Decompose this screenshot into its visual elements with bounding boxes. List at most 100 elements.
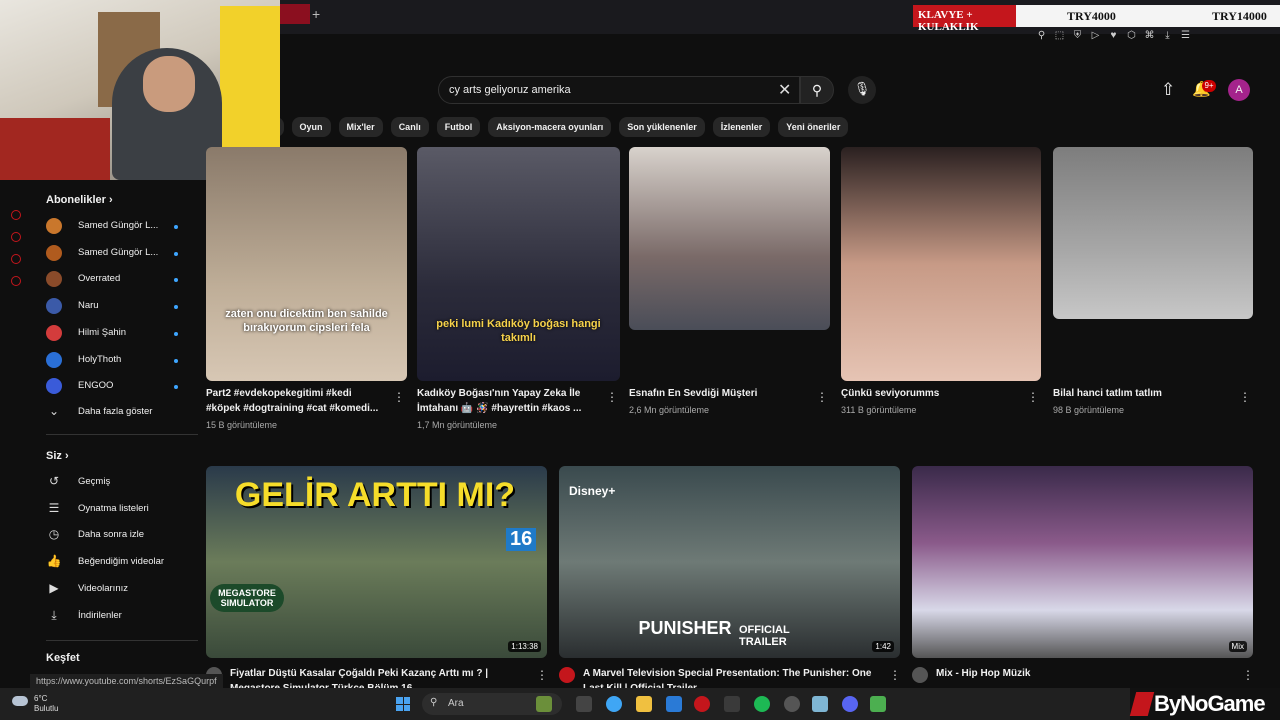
short-thumbnail[interactable]: zaten onu dicektim ben sahilde bırakıyor… <box>206 147 407 381</box>
video-title[interactable]: Fiyatlar Düştü Kasalar Çoğaldı Peki Kaza… <box>230 666 530 688</box>
filter-chip[interactable]: Canlı <box>390 117 429 137</box>
stream-ticker: KLAVYE + KULAKLIK TRY4000 TRY14000 <box>913 5 1280 33</box>
short-thumbnail[interactable] <box>1053 147 1253 319</box>
bookmark-icon[interactable]: ⌘ <box>1144 30 1155 46</box>
rail-icon[interactable] <box>11 254 21 264</box>
upload-icon[interactable]: ⇧ <box>1161 80 1175 100</box>
subscription-item[interactable]: Samed Güngör L... <box>46 216 196 238</box>
subscription-item[interactable]: Hilmi Şahin <box>46 323 196 345</box>
filter-chip[interactable]: Mix'ler <box>338 117 383 137</box>
sidebar-item-download[interactable]: ⤓ İndirilenler <box>46 606 196 628</box>
extension-icon[interactable]: ⬡ <box>1126 30 1137 46</box>
subscription-item[interactable]: Overrated <box>46 269 196 291</box>
discord-icon[interactable] <box>842 696 858 712</box>
short-title[interactable]: Çünkü seviyorumms <box>841 386 1019 401</box>
channel-avatar[interactable] <box>559 667 575 683</box>
view-count: 311 B görüntüleme <box>841 405 917 415</box>
video-title[interactable]: A Marvel Television Special Presentation… <box>583 666 883 688</box>
short-title[interactable]: Kadıköy Boğası'nın Yapay Zeka İle İmtaha… <box>417 386 598 416</box>
short-title[interactable]: Esnafın En Sevdiği Müşteri <box>629 386 808 401</box>
search-icon: ⚲ <box>811 82 823 98</box>
voice-search-button[interactable]: 🎙 <box>848 76 876 104</box>
minecraft-icon[interactable] <box>870 696 886 712</box>
sidebar-item-label: Videolarınız <box>78 582 128 594</box>
copilot-icon[interactable] <box>606 696 622 712</box>
show-more-button[interactable]: ⌄ Daha fazla göster <box>46 402 196 424</box>
widget-icon[interactable] <box>536 696 552 712</box>
short-thumbnail[interactable] <box>629 147 830 330</box>
channel-avatar[interactable] <box>912 667 928 683</box>
search-icon: ⚲ <box>430 697 438 708</box>
thumbnail-badge: MEGASTORE SIMULATOR <box>210 584 284 612</box>
short-title[interactable]: Bilal hanci tatlım tatlım <box>1053 386 1231 401</box>
file-explorer-icon[interactable] <box>636 696 652 712</box>
filter-chip[interactable]: Oyun <box>291 117 331 137</box>
video-title[interactable]: Mix - Hip Hop Müzik <box>936 666 1236 688</box>
more-options-icon[interactable]: ⋮ <box>889 668 901 682</box>
obs-icon[interactable] <box>784 696 800 712</box>
filter-chip[interactable]: Son yüklenenler <box>619 117 705 137</box>
shield-icon[interactable]: ⛨ <box>1072 30 1083 46</box>
more-options-icon[interactable]: ⋮ <box>393 390 405 404</box>
opera-icon[interactable] <box>694 696 710 712</box>
menu-icon[interactable]: ☰ <box>1180 30 1191 46</box>
more-options-icon[interactable]: ⋮ <box>816 390 828 404</box>
sidebar-item-like[interactable]: 👍 Beğendiğim videolar <box>46 552 196 574</box>
ticker-value-1: TRY4000 <box>1067 9 1116 23</box>
filter-chip[interactable]: Yeni öneriler <box>778 117 849 137</box>
video-thumbnail[interactable]: Mix <box>912 466 1253 658</box>
sidebar-item-video[interactable]: ▶ Videolarınız <box>46 579 196 601</box>
subscriptions-heading[interactable]: Abonelikler › <box>46 194 113 206</box>
browser-tab[interactable] <box>280 4 310 24</box>
pin-icon[interactable]: ⚲ <box>1036 30 1047 46</box>
filter-chip[interactable]: İzlenenler <box>712 117 771 137</box>
subscription-item[interactable]: Samed Güngör L... <box>46 243 196 265</box>
short-thumbnail[interactable] <box>841 147 1041 381</box>
rail-icon[interactable] <box>11 232 21 242</box>
account-avatar[interactable]: A <box>1228 79 1250 101</box>
more-options-icon[interactable]: ⋮ <box>536 668 548 682</box>
channel-name: Samed Güngör L... <box>78 246 159 258</box>
subscription-item[interactable]: Naru <box>46 296 196 318</box>
clear-search-icon[interactable]: ✕ <box>778 80 791 100</box>
sidebar-item-playlist[interactable]: ☰ Oynatma listeleri <box>46 499 196 521</box>
playlist-icon: ☰ <box>48 500 60 515</box>
search-query[interactable]: cy arts geliyoruz amerika <box>449 84 571 96</box>
subscription-item[interactable]: ENGOO <box>46 376 196 398</box>
you-heading[interactable]: Siz › <box>46 450 69 462</box>
app-icon[interactable] <box>812 696 828 712</box>
channel-name: HolyThoth <box>78 353 122 365</box>
search-button[interactable]: ⚲ <box>800 76 834 104</box>
short-title[interactable]: Part2 #evdekopekegitimi #kedi #köpek #do… <box>206 386 385 416</box>
windows-start-icon[interactable] <box>396 697 410 711</box>
subscription-item[interactable]: HolyThoth <box>46 350 196 372</box>
short-thumbnail[interactable]: peki lumi Kadıköy boğası hangi takımlı <box>417 147 620 381</box>
duration-badge: Mix <box>1228 641 1247 652</box>
sidebar-item-clock[interactable]: ◷ Daha sonra izle <box>46 525 196 547</box>
thumbnail-headline: PUNISHER <box>638 618 732 638</box>
rail-icon[interactable] <box>11 276 21 286</box>
more-options-icon[interactable]: ⋮ <box>1027 390 1039 404</box>
app-icon[interactable] <box>724 696 740 712</box>
store-icon[interactable] <box>666 696 682 712</box>
more-options-icon[interactable]: ⋮ <box>1242 668 1254 682</box>
weather-widget[interactable]: 6°C Bulutlu <box>34 694 58 714</box>
sidebar-item-label: Daha sonra izle <box>78 529 145 541</box>
play-icon[interactable]: ▷ <box>1090 30 1101 46</box>
task-view-icon[interactable] <box>576 696 592 712</box>
spotify-icon[interactable] <box>754 696 770 712</box>
filter-chip[interactable]: Aksiyon-macera oyunları <box>488 117 612 137</box>
filter-chip[interactable]: Futbol <box>436 117 481 137</box>
history-icon: ↺ <box>48 474 60 488</box>
more-options-icon[interactable]: ⋮ <box>1239 390 1251 404</box>
download-icon[interactable]: ⤓ <box>1162 30 1173 46</box>
sidebar-item-history[interactable]: ↺ Geçmiş <box>46 472 196 494</box>
video-thumbnail[interactable]: PUNISHER OFFICIAL TRAILER Disney+ 1:42 <box>559 466 900 658</box>
new-tab-icon[interactable]: + <box>312 6 320 22</box>
link-status-url: https://www.youtube.com/shorts/EzSaGQurp… <box>30 674 223 688</box>
screenshot-icon[interactable]: ⬚ <box>1054 30 1065 46</box>
more-options-icon[interactable]: ⋮ <box>606 390 618 404</box>
heart-icon[interactable]: ♥ <box>1108 30 1119 46</box>
video-thumbnail[interactable]: GELİR ARTTI MI? MEGASTORE SIMULATOR 16 1:13… <box>206 466 547 658</box>
rail-icon[interactable] <box>11 210 21 220</box>
